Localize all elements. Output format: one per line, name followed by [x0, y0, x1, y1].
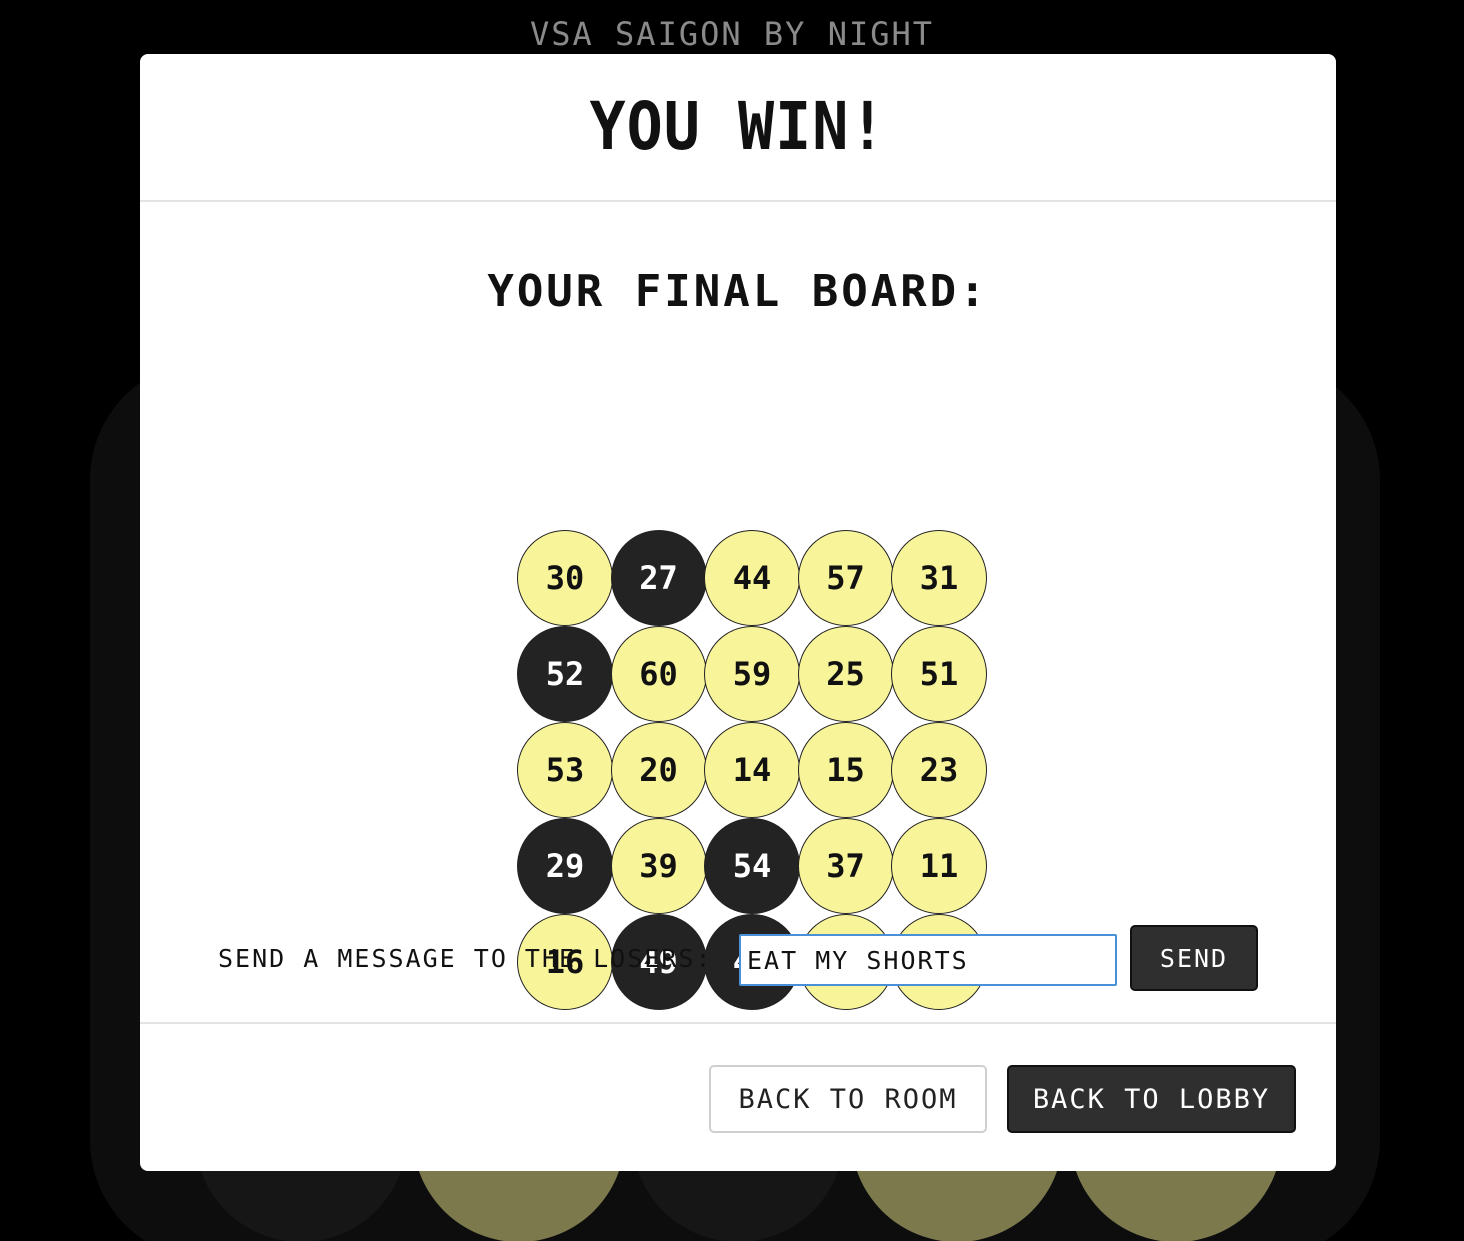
win-modal: YOU WIN! YOUR FINAL BOARD: 30 27 44 57 31 52 6… — [140, 54, 1336, 1171]
board-cell[interactable]: 31 — [891, 530, 987, 626]
modal-title: YOU WIN! — [589, 88, 887, 166]
board-cell[interactable]: 57 — [797, 530, 894, 626]
message-input[interactable] — [739, 934, 1117, 986]
board-cell[interactable]: 30 — [517, 530, 613, 626]
board-heading: YOUR FINAL BOARD: — [487, 266, 989, 317]
modal-body: YOUR FINAL BOARD: 30 27 44 57 31 52 60 59 25 51 53… — [140, 202, 1336, 1024]
board-cell[interactable]: 54 — [704, 818, 800, 914]
board-cell[interactable]: 27 — [610, 530, 707, 626]
board-cell[interactable]: 20 — [610, 722, 707, 818]
board-cell[interactable]: 44 — [704, 530, 800, 626]
message-label: SEND A MESSAGE TO THE LOSERS: — [218, 944, 713, 973]
board-cell[interactable]: 29 — [517, 818, 613, 914]
board-cell[interactable]: 60 — [610, 626, 707, 722]
page: VSA SAIGON BY NIGHT YOU WIN! YOUR FINAL … — [0, 0, 1464, 1241]
board-cell[interactable]: 14 — [704, 722, 800, 818]
send-button[interactable]: SEND — [1130, 925, 1258, 991]
back-to-room-button[interactable]: BACK TO ROOM — [709, 1065, 987, 1133]
site-title: VSA SAIGON BY NIGHT — [529, 15, 935, 53]
board-cell[interactable]: 11 — [891, 818, 987, 914]
board-cell[interactable]: 51 — [891, 626, 987, 722]
back-to-lobby-button[interactable]: BACK TO LOBBY — [1007, 1065, 1296, 1133]
board-cell[interactable]: 23 — [891, 722, 987, 818]
modal-header: YOU WIN! — [140, 54, 1336, 202]
board-cell[interactable]: 15 — [797, 722, 894, 818]
board-cell[interactable]: 59 — [704, 626, 800, 722]
board-cell[interactable]: 39 — [610, 818, 707, 914]
message-row: SEND A MESSAGE TO THE LOSERS: SEND — [140, 924, 1336, 994]
board-cell[interactable]: 52 — [517, 626, 613, 722]
modal-footer: BACK TO ROOM BACK TO LOBBY — [140, 1024, 1336, 1171]
board-cell[interactable]: 37 — [797, 818, 894, 914]
board-cell[interactable]: 25 — [797, 626, 894, 722]
board-cell[interactable]: 53 — [517, 722, 613, 818]
